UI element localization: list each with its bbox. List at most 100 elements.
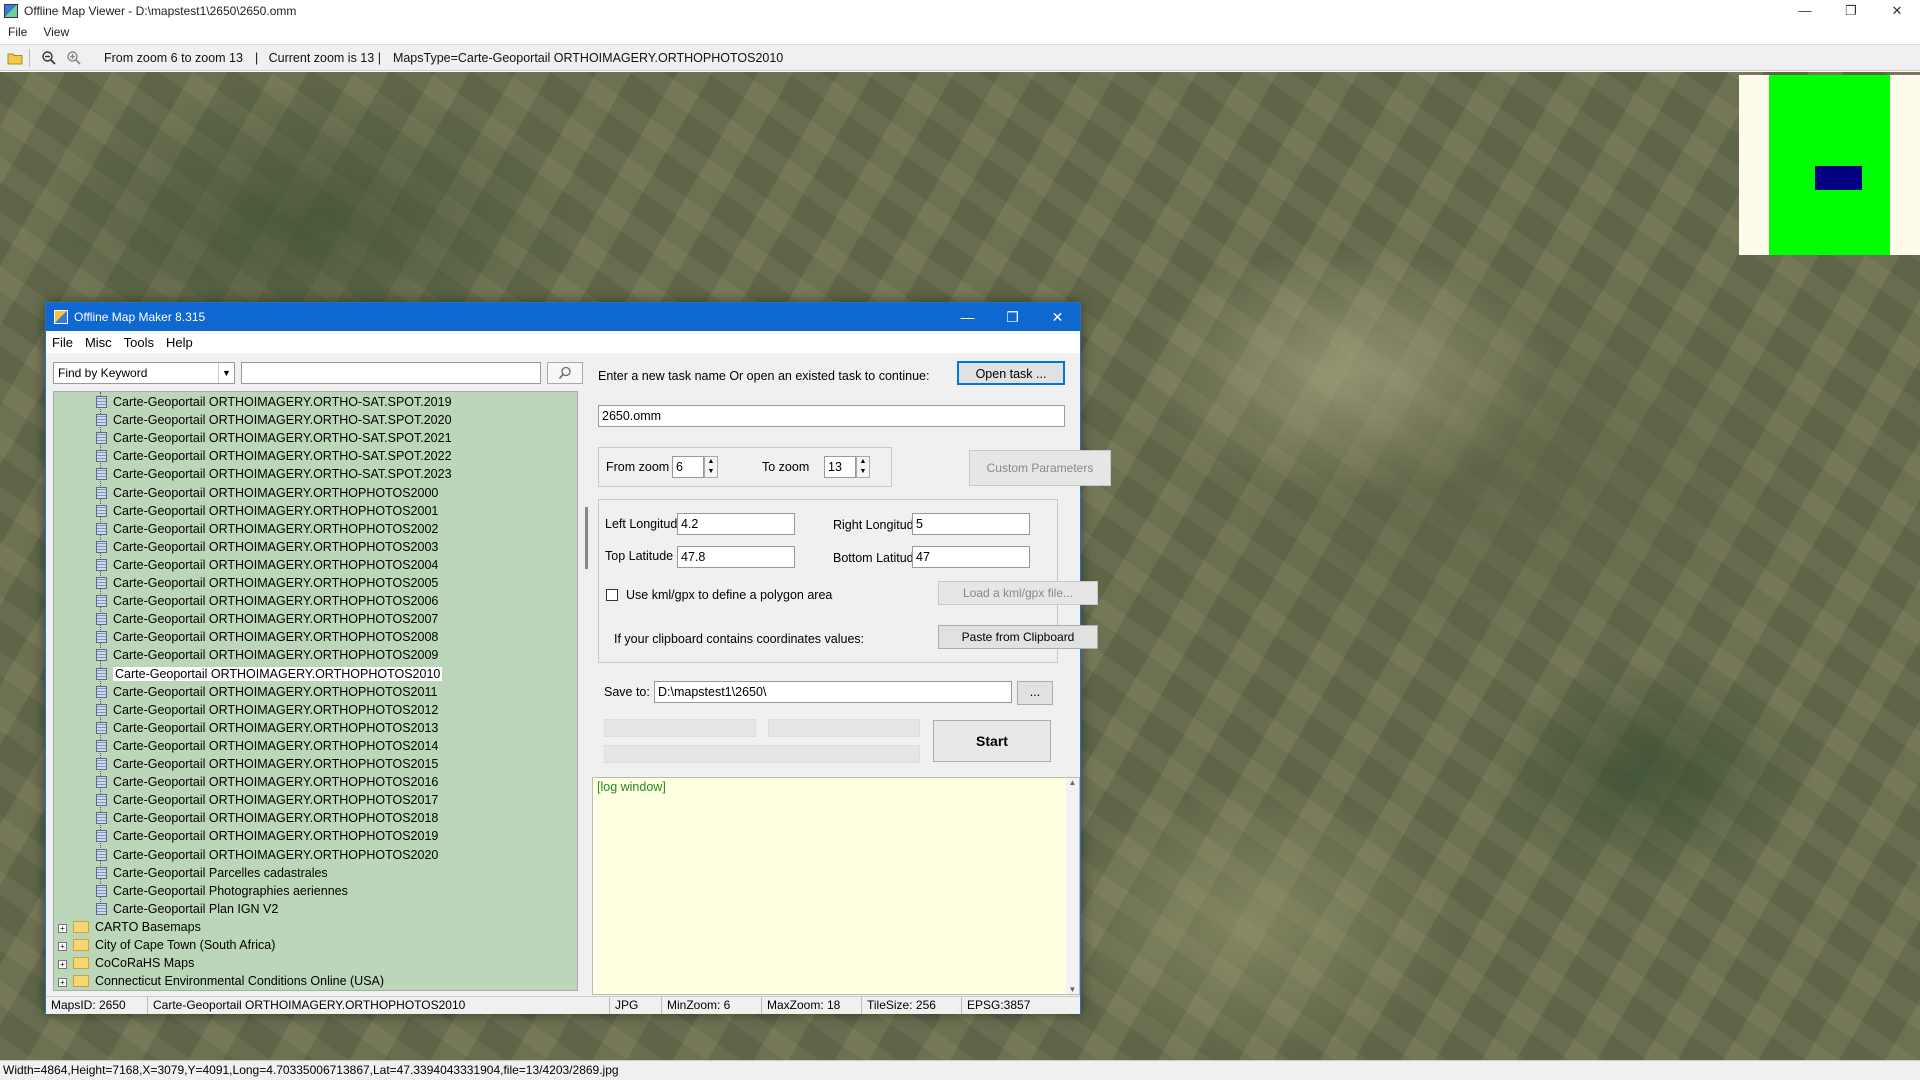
tree-item[interactable]: Carte-Geoportail ORTHOIMAGERY.ORTHOPHOTO… [96, 737, 438, 755]
tree-item-label: Carte-Geoportail ORTHOIMAGERY.ORTHOPHOTO… [113, 738, 439, 753]
tree-item[interactable]: Carte-Geoportail ORTHOIMAGERY.ORTHOPHOTO… [96, 610, 438, 628]
expand-icon[interactable]: + [58, 978, 67, 988]
status-min-zoom: MinZoom: 6 [662, 997, 762, 1014]
custom-parameters-button[interactable]: Custom Parameters [969, 450, 1111, 486]
map-layer-icon [96, 812, 107, 825]
tree-item[interactable]: Carte-Geoportail Photographies aeriennes [96, 882, 348, 900]
map-layer-icon [96, 758, 107, 770]
tree-item[interactable]: Carte-Geoportail ORTHOIMAGERY.ORTHOPHOTO… [96, 665, 443, 683]
tree-folder[interactable]: + CARTO Basemaps [58, 918, 201, 936]
minimap[interactable] [1739, 75, 1920, 255]
tree-item[interactable]: Carte-Geoportail ORTHOIMAGERY.ORTHOPHOTO… [96, 592, 438, 610]
to-zoom-input[interactable]: 13 [824, 456, 856, 478]
close-button[interactable]: ✕ [1874, 0, 1920, 22]
zoom-in-icon[interactable] [64, 48, 84, 68]
tree-item-label: Carte-Geoportail ORTHOIMAGERY.ORTHOPHOTO… [113, 829, 439, 844]
top-latitude-input[interactable]: 47.8 [677, 546, 795, 568]
tree-item[interactable]: Carte-Geoportail ORTHOIMAGERY.ORTHOPHOTO… [96, 846, 438, 864]
tree-item[interactable]: Carte-Geoportail ORTHOIMAGERY.ORTHOPHOTO… [96, 773, 438, 791]
tree-item[interactable]: Carte-Geoportail ORTHOIMAGERY.ORTHOPHOTO… [96, 683, 437, 701]
expand-icon[interactable]: + [58, 960, 67, 970]
map-layer-icon [96, 631, 107, 644]
menu-view[interactable]: View [35, 25, 77, 39]
dialog-menu-misc[interactable]: Misc [79, 335, 118, 350]
tree-item[interactable]: Carte-Geoportail ORTHOIMAGERY.ORTHOPHOTO… [96, 755, 438, 773]
tree-item[interactable]: Carte-Geoportail ORTHOIMAGERY.ORTHOPHOTO… [96, 538, 438, 556]
tree-item-label: Carte-Geoportail ORTHOIMAGERY.ORTHOPHOTO… [113, 757, 439, 771]
map-layer-icon [96, 721, 107, 734]
dialog-title: Offline Map Maker 8.315 [74, 310, 206, 324]
tree-item[interactable]: Carte-Geoportail ORTHOIMAGERY.ORTHOPHOTO… [96, 791, 438, 809]
find-mode-select[interactable]: Find by Keyword ▼ [53, 362, 235, 384]
minimize-button[interactable]: — [1782, 0, 1828, 22]
tree-item[interactable]: Carte-Geoportail ORTHOIMAGERY.ORTHOPHOTO… [96, 827, 438, 845]
status-maps-id: MapsID: 2650 [46, 997, 148, 1014]
from-zoom-input[interactable]: 6 [672, 456, 704, 478]
to-zoom-stepper[interactable]: ▲ ▼ [856, 456, 870, 478]
save-path-input[interactable]: D:\mapstest1\2650\ [654, 681, 1012, 703]
maps-tree[interactable]: Carte-Geoportail ORTHOIMAGERY.ORTHO-SAT.… [53, 391, 578, 991]
tree-item[interactable]: Carte-Geoportail ORTHOIMAGERY.ORTHOPHOTO… [96, 646, 438, 664]
dialog-close-button[interactable]: ✕ [1035, 303, 1080, 331]
dialog-maximize-button[interactable]: ❐ [990, 303, 1035, 331]
tree-item[interactable]: Carte-Geoportail ORTHOIMAGERY.ORTHOPHOTO… [96, 556, 438, 574]
log-scrollbar[interactable]: ▲ ▼ [1066, 778, 1079, 994]
tree-item-label: Carte-Geoportail ORTHOIMAGERY.ORTHOPHOTO… [113, 666, 443, 681]
bottom-latitude-input[interactable]: 47 [912, 546, 1030, 568]
tree-item[interactable]: Carte-Geoportail ORTHOIMAGERY.ORTHO-SAT.… [96, 411, 452, 429]
progress-bar-total [604, 745, 920, 763]
browse-button[interactable]: ... [1017, 681, 1053, 705]
load-kml-button[interactable]: Load a kml/gpx file... [938, 581, 1098, 605]
open-folder-icon[interactable] [5, 48, 25, 68]
tree-item[interactable]: Carte-Geoportail Plan IGN V2 [96, 900, 278, 918]
tree-folder-label: CARTO Basemaps [95, 919, 201, 934]
log-window[interactable]: [log window] ▲ ▼ [592, 777, 1080, 995]
tree-item[interactable]: Carte-Geoportail Parcelles cadastrales [96, 864, 328, 882]
dialog-menu-help[interactable]: Help [160, 335, 199, 350]
task-name-input[interactable]: 2650.omm [598, 405, 1065, 427]
left-longitude-input[interactable]: 4.2 [677, 513, 795, 535]
map-layer-icon [96, 414, 107, 427]
open-task-button[interactable]: Open task ... [957, 361, 1065, 385]
tree-item[interactable]: Carte-Geoportail ORTHOIMAGERY.ORTHOPHOTO… [96, 502, 438, 520]
start-button[interactable]: Start [933, 720, 1051, 762]
tree-item[interactable]: Carte-Geoportail ORTHOIMAGERY.ORTHO-SAT.… [96, 429, 452, 447]
tree-folder[interactable]: + CoCoRaHS Maps [58, 954, 194, 972]
progress-bar-level [768, 719, 920, 737]
kml-polygon-checkbox[interactable] [606, 589, 618, 601]
maximize-button[interactable]: ❐ [1828, 0, 1874, 22]
menu-file[interactable]: File [0, 25, 35, 39]
search-button[interactable] [547, 362, 583, 384]
right-longitude-label: Right Longitude [833, 518, 921, 532]
expand-icon[interactable]: + [58, 923, 67, 933]
tree-item[interactable]: Carte-Geoportail ORTHOIMAGERY.ORTHOPHOTO… [96, 719, 438, 737]
tree-item[interactable]: Carte-Geoportail ORTHOIMAGERY.ORTHOPHOTO… [96, 484, 438, 502]
map-layer-icon [96, 685, 107, 698]
from-zoom-label: From zoom [606, 460, 670, 474]
find-keyword-input[interactable] [241, 362, 541, 384]
expand-icon[interactable]: + [58, 942, 67, 951]
tree-item[interactable]: Carte-Geoportail ORTHOIMAGERY.ORTHO-SAT.… [96, 465, 452, 483]
tree-item[interactable]: Carte-Geoportail ORTHOIMAGERY.ORTHOPHOTO… [96, 520, 438, 538]
dialog-menu-file[interactable]: File [46, 335, 79, 350]
tree-item[interactable]: Carte-Geoportail ORTHOIMAGERY.ORTHO-SAT.… [96, 393, 452, 411]
right-longitude-input[interactable]: 5 [912, 513, 1030, 535]
tree-item[interactable]: Carte-Geoportail ORTHOIMAGERY.ORTHOPHOTO… [96, 574, 438, 592]
zoom-out-icon[interactable] [39, 48, 59, 68]
tree-item-label: Carte-Geoportail ORTHOIMAGERY.ORTHO-SAT.… [113, 413, 452, 428]
log-text: [log window] [597, 780, 666, 794]
from-zoom-stepper[interactable]: ▲ ▼ [704, 456, 718, 478]
minimap-viewport[interactable] [1815, 166, 1862, 190]
tree-item[interactable]: Carte-Geoportail ORTHOIMAGERY.ORTHOPHOTO… [96, 809, 438, 827]
tree-folder[interactable]: + City of Cape Town (South Africa) [58, 936, 275, 954]
tree-item[interactable]: Carte-Geoportail ORTHOIMAGERY.ORTHO-SAT.… [96, 447, 452, 465]
tree-item[interactable]: Carte-Geoportail ORTHOIMAGERY.ORTHOPHOTO… [96, 701, 438, 719]
tree-folder[interactable]: + Connecticut Environmental Conditions On… [58, 972, 384, 990]
tree-scroll-thumb[interactable] [585, 507, 588, 569]
dialog-minimize-button[interactable]: — [945, 303, 990, 331]
main-status-bar: Width=4864,Height=7168,X=3079,Y=4091,Lon… [0, 1060, 1920, 1080]
top-latitude-label: Top Latitude [605, 549, 674, 563]
dialog-menu-tools[interactable]: Tools [118, 335, 160, 350]
paste-clipboard-button[interactable]: Paste from Clipboard [938, 625, 1098, 649]
tree-item[interactable]: Carte-Geoportail ORTHOIMAGERY.ORTHOPHOTO… [96, 628, 438, 646]
